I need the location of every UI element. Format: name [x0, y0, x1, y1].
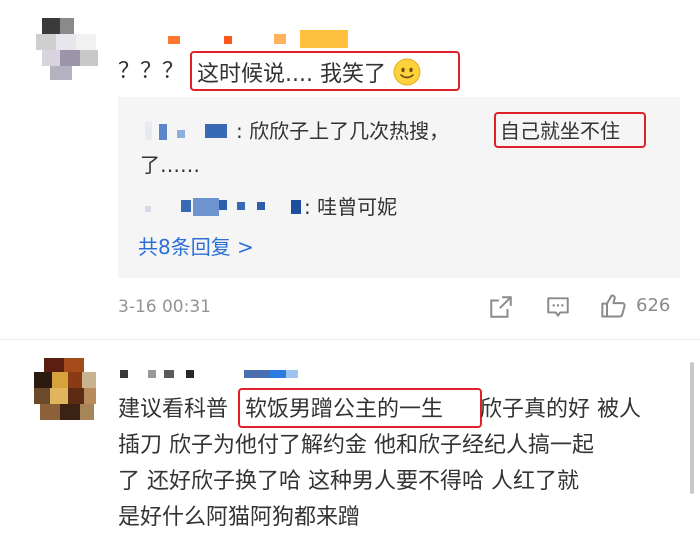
avatar[interactable]	[34, 358, 96, 420]
comment-text: 欣子真的好 被人	[480, 397, 641, 422]
thumbs-up-icon[interactable]	[600, 292, 628, 320]
comment-text: ？？？	[118, 58, 184, 86]
share-icon[interactable]	[488, 294, 514, 320]
reply-text-wrap: 了……	[140, 153, 200, 177]
comment-text: 建议看科普	[118, 397, 229, 422]
smile-emoji-icon	[393, 58, 421, 86]
reply-text: : 欣欣子上了几次热搜，	[236, 119, 450, 143]
timestamp: 3-16 00:31	[118, 297, 211, 317]
reply-username[interactable]	[145, 196, 305, 218]
divider	[0, 339, 700, 340]
avatar[interactable]	[36, 18, 98, 80]
reply-highlight-text: 自己就坐不住	[500, 119, 620, 143]
comment-text: 插刀 欣子为他付了解约金 他和欣子经纪人搞一起	[118, 433, 594, 458]
comment-text: 是好什么阿猫阿狗都来蹭	[118, 505, 361, 530]
reply-username[interactable]	[145, 120, 235, 142]
comment-icon[interactable]	[545, 294, 571, 320]
username[interactable]	[120, 368, 320, 380]
comment-highlight-text: 软饭男蹭公主的一生	[245, 397, 444, 422]
scrollbar[interactable]	[690, 362, 694, 494]
more-replies-link[interactable]: 共8条回复 >	[138, 234, 254, 260]
comment-highlight-text: 这时候说.... 我笑了	[197, 58, 421, 89]
like-count: 626	[636, 295, 671, 316]
username[interactable]	[168, 30, 348, 48]
comment-text: 了 还好欣子换了哈 这种男人要不得哈 人红了就	[118, 469, 579, 494]
reply-text: : 哇曾可妮	[304, 195, 398, 219]
comment-prefix: ？？？	[118, 59, 185, 84]
